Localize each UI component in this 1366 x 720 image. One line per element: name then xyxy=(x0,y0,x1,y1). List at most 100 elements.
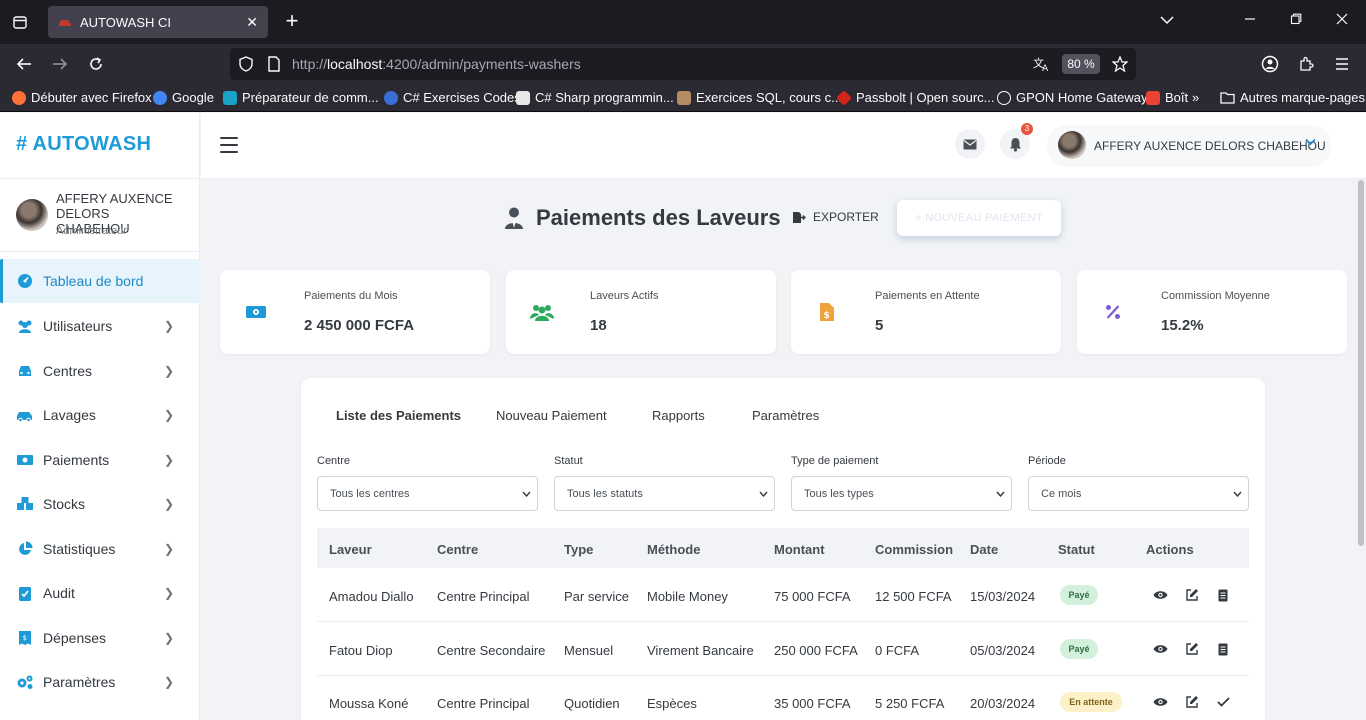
sidebar-item-utilisateurs[interactable]: Utilisateurs ❯ xyxy=(0,304,200,348)
sidebar-item-stocks[interactable]: Stocks ❯ xyxy=(0,482,200,526)
w3resource-icon xyxy=(516,90,530,105)
tab-list-icon[interactable] xyxy=(8,10,32,34)
column-header[interactable]: Type xyxy=(564,542,593,557)
bookmark-item[interactable]: C# Exercises Codes xyxy=(384,90,521,105)
other-bookmarks[interactable]: Autres marque-pages xyxy=(1220,90,1365,105)
sidebar-item-audit[interactable]: Audit ❯ xyxy=(0,571,200,615)
invoice-dollar-icon: $ xyxy=(815,302,839,322)
column-header[interactable]: Méthode xyxy=(647,542,700,557)
centre-select[interactable]: Tous les centres xyxy=(317,476,538,511)
table-row[interactable]: Amadou Diallo Centre Principal Par servi… xyxy=(317,569,1249,622)
star-icon[interactable] xyxy=(1110,54,1130,74)
edit-icon[interactable] xyxy=(1184,587,1200,603)
back-icon[interactable] xyxy=(14,54,34,74)
payments-panel: Liste des Paiements Nouveau Paiement Rap… xyxy=(301,378,1265,720)
forward-icon[interactable] xyxy=(50,54,70,74)
view-eye-icon[interactable] xyxy=(1152,694,1168,710)
receipt-icon[interactable] xyxy=(1215,587,1231,603)
tab-nouveau-paiement[interactable]: Nouveau Paiement xyxy=(496,408,607,423)
bookmark-item[interactable]: Préparateur de comm... xyxy=(223,90,379,105)
user-tie-icon xyxy=(505,207,523,229)
new-payment-button[interactable]: + NOUVEAU PAIEMENT xyxy=(897,200,1061,236)
brand-logo[interactable]: # AUTOWASH xyxy=(16,133,151,156)
cell-montant: 250 000 FCFA xyxy=(774,643,858,658)
sidebar-item-parametres[interactable]: Paramètres ❯ xyxy=(0,660,200,704)
reload-icon[interactable] xyxy=(86,54,106,74)
view-eye-icon[interactable] xyxy=(1152,587,1168,603)
translate-icon[interactable]: 文A xyxy=(1032,54,1052,74)
table-header: Laveur Centre Type Méthode Montant Commi… xyxy=(317,528,1249,568)
url-text[interactable]: http://localhost:4200/admin/payments-was… xyxy=(292,56,581,72)
firefox-icon xyxy=(12,90,26,105)
column-header[interactable]: Laveur xyxy=(329,542,372,557)
stat-value: 5 xyxy=(875,317,884,334)
close-window-icon[interactable] xyxy=(1336,12,1348,28)
tab-overflow-chevron-icon[interactable] xyxy=(1160,12,1174,28)
cell-date: 05/03/2024 xyxy=(970,643,1036,658)
sidebar-item-label: Stocks xyxy=(43,496,86,512)
column-header[interactable]: Date xyxy=(970,542,998,557)
minimize-icon[interactable] xyxy=(1244,12,1256,28)
bookmark-item[interactable]: C# Sharp programmin... xyxy=(516,90,674,105)
column-header[interactable]: Commission xyxy=(875,542,953,557)
hamburger-menu-icon[interactable] xyxy=(220,137,238,153)
tab-liste-paiements[interactable]: Liste des Paiements xyxy=(336,408,461,423)
table-row[interactable]: Fatou Diop Centre Secondaire Mensuel Vir… xyxy=(317,623,1249,676)
sidebar-item-depenses[interactable]: $ Dépenses ❯ xyxy=(0,616,200,660)
sidebar-item-lavages[interactable]: Lavages ❯ xyxy=(0,393,200,437)
receipt-icon[interactable] xyxy=(1215,641,1231,657)
sidebar-item-paiements[interactable]: Paiements ❯ xyxy=(0,438,200,482)
sidebar-item-label: Dépenses xyxy=(43,630,107,646)
bookmark-item[interactable]: Google xyxy=(153,90,214,105)
bookmark-item[interactable]: Débuter avec Firefox xyxy=(12,90,152,105)
view-eye-icon[interactable] xyxy=(1152,641,1168,657)
check-icon[interactable] xyxy=(1215,694,1231,710)
type-select[interactable]: Tous les types xyxy=(791,476,1012,511)
extensions-icon[interactable] xyxy=(1296,54,1316,74)
clipboard-check-icon xyxy=(16,584,34,602)
export-label: EXPORTER xyxy=(813,210,879,224)
table-row[interactable]: Moussa Koné Centre Principal Quotidien E… xyxy=(317,676,1249,720)
user-menu-button[interactable]: AFFERY AUXENCE DELORS CHABEHOU xyxy=(1047,125,1331,167)
stat-label: Commission Moyenne xyxy=(1161,290,1270,302)
column-header[interactable]: Montant xyxy=(774,542,825,557)
sidebar-item-centres[interactable]: Centres ❯ xyxy=(0,349,200,393)
statut-select[interactable]: Tous les statuts xyxy=(554,476,775,511)
bookmark-item[interactable]: Passbolt | Open sourc... xyxy=(836,89,995,106)
sidebar-item-statistiques[interactable]: Statistiques ❯ xyxy=(0,527,200,571)
bookmark-item[interactable]: Boît xyxy=(1146,90,1188,105)
tab-parametres[interactable]: Paramètres xyxy=(752,408,819,423)
bookmark-item[interactable]: GPON Home Gateway xyxy=(997,90,1148,105)
column-header[interactable]: Centre xyxy=(437,542,478,557)
bookmark-item[interactable]: Exercices SQL, cours c... xyxy=(677,90,842,105)
shield-icon[interactable] xyxy=(236,54,256,74)
periode-select[interactable]: Ce mois xyxy=(1028,476,1249,511)
export-button[interactable]: EXPORTER xyxy=(792,210,879,224)
stat-label: Laveurs Actifs xyxy=(590,290,659,302)
column-header[interactable]: Statut xyxy=(1058,542,1095,557)
zoom-level[interactable]: 80 % xyxy=(1062,54,1100,74)
cell-commission: 12 500 FCFA xyxy=(875,589,952,604)
edit-icon[interactable] xyxy=(1184,694,1200,710)
main-content: Paiements des Laveurs EXPORTER + NOUVEAU… xyxy=(201,180,1366,720)
account-icon[interactable] xyxy=(1260,54,1280,74)
sidebar-item-tableau-de-bord[interactable]: Tableau de bord xyxy=(0,259,200,303)
users-icon xyxy=(16,317,34,335)
sidebar-user-profile[interactable]: AFFERY AUXENCE DELORS CHABEHOU Administr… xyxy=(0,178,200,252)
filter-label-periode: Période xyxy=(1028,455,1066,467)
tab-rapports[interactable]: Rapports xyxy=(652,408,705,423)
messages-button[interactable] xyxy=(955,129,985,159)
page-icon[interactable] xyxy=(264,54,284,74)
restore-icon[interactable] xyxy=(1290,12,1302,28)
edit-icon[interactable] xyxy=(1184,641,1200,657)
sidebar: # AUTOWASH AFFERY AUXENCE DELORS CHABEHO… xyxy=(0,113,200,720)
sidebar-item-label: Tableau de bord xyxy=(43,273,144,289)
page-scrollbar[interactable] xyxy=(1358,180,1364,546)
browser-tab[interactable]: AUTOWASH CI ✕ xyxy=(48,6,268,38)
new-tab-icon[interactable]: + xyxy=(280,10,304,32)
file-export-icon xyxy=(793,211,806,223)
menu-icon[interactable] xyxy=(1332,54,1352,74)
bookmarks-overflow-icon[interactable]: » xyxy=(1192,90,1199,105)
url-bar[interactable]: http://localhost:4200/admin/payments-was… xyxy=(230,48,1136,80)
close-tab-icon[interactable]: ✕ xyxy=(246,14,258,31)
